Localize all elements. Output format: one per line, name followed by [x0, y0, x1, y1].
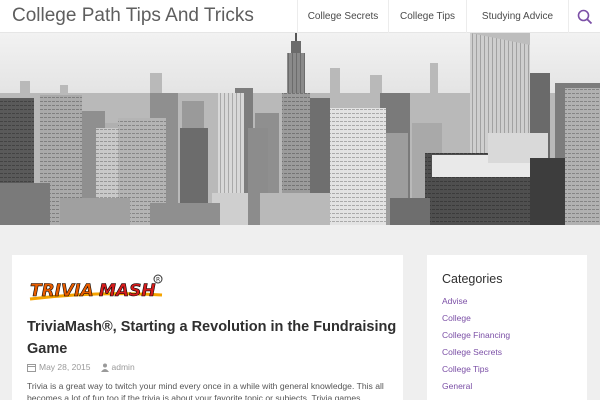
post-title[interactable]: TriviaMash®, Starting a Revolution in th…: [27, 316, 397, 360]
category-link-general[interactable]: General: [442, 380, 510, 397]
site-title[interactable]: College Path Tips And Tricks: [12, 5, 254, 27]
nav-item-college-secrets[interactable]: College Secrets: [297, 0, 388, 33]
site-header: College Path Tips And Tricks College Sec…: [0, 0, 600, 33]
post-date[interactable]: May 28, 2015: [39, 362, 91, 372]
post-author[interactable]: admin: [112, 362, 135, 372]
category-link-college-secrets[interactable]: College Secrets: [442, 346, 510, 363]
category-link-college-financing[interactable]: College Financing: [442, 329, 510, 346]
category-link-advise[interactable]: Advise: [442, 295, 510, 312]
svg-text:TRIVIA: TRIVIA: [30, 281, 94, 301]
post-meta: May 28, 2015 admin: [27, 362, 135, 372]
city-skyline-illustration: [0, 33, 600, 225]
nav-item-college-tips[interactable]: College Tips: [388, 0, 466, 33]
svg-text:MASH: MASH: [99, 281, 156, 301]
svg-text:R: R: [156, 277, 160, 284]
calendar-icon: [27, 363, 36, 372]
widget-title: Categories: [442, 272, 503, 286]
search-icon: [577, 9, 592, 24]
category-list: Advise College College Financing College…: [442, 295, 510, 397]
user-icon: [100, 363, 109, 372]
post-card: TRIVIA MASH R TriviaMash®, Starting a Re…: [12, 255, 403, 400]
main-nav: College Secrets College Tips Studying Ad…: [297, 0, 568, 33]
post-excerpt: Trivia is a great way to twitch your min…: [27, 381, 384, 400]
categories-widget: Categories Advise College College Financ…: [427, 255, 587, 400]
triviamash-logo[interactable]: TRIVIA MASH R: [28, 273, 168, 305]
category-link-college[interactable]: College: [442, 312, 510, 329]
category-link-college-tips[interactable]: College Tips: [442, 363, 510, 380]
hero-city-image: [0, 33, 600, 225]
search-button[interactable]: [568, 0, 600, 33]
nav-item-studying-advice[interactable]: Studying Advice: [466, 0, 568, 33]
